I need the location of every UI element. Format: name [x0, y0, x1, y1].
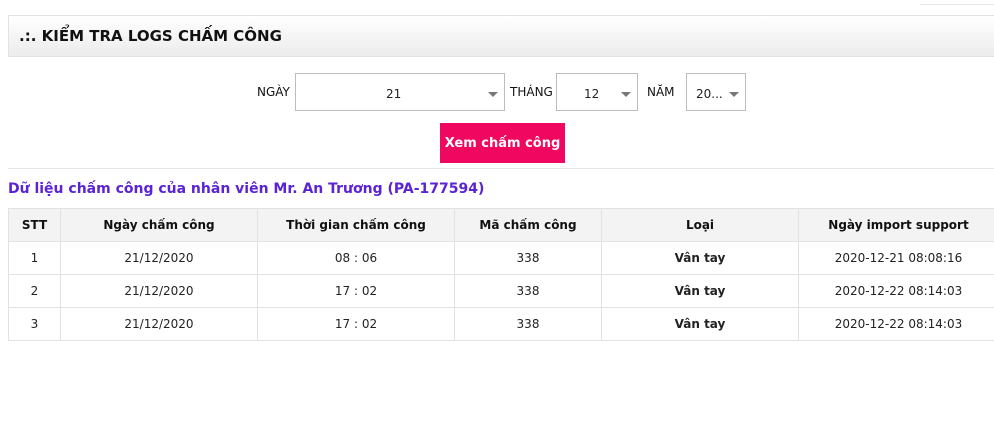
year-select[interactable]: 20...	[686, 73, 746, 111]
year-select-value: 20...	[696, 87, 723, 101]
cell-stt: 1	[8, 241, 61, 275]
panel-header: .:. KIỂM TRA LOGS CHẤM CÔNG	[8, 15, 994, 57]
view-attendance-button[interactable]: Xem chấm công	[440, 123, 565, 163]
column-header-type: Loại	[601, 208, 799, 242]
page-title: .:. KIỂM TRA LOGS CHẤM CÔNG	[19, 27, 282, 45]
divider	[8, 168, 994, 169]
day-label: NGÀY	[257, 85, 290, 99]
cell-date: 21/12/2020	[60, 307, 258, 341]
chevron-down-icon	[729, 92, 739, 97]
top-divider	[920, 4, 994, 5]
cell-stt: 3	[8, 307, 61, 341]
cell-type: Vân tay	[601, 274, 799, 308]
cell-stt: 2	[8, 274, 61, 308]
table-header-row: STT Ngày chấm công Thời gian chấm công M…	[8, 208, 994, 242]
column-header-time: Thời gian chấm công	[257, 208, 455, 242]
cell-date: 21/12/2020	[60, 274, 258, 308]
cell-import-date: 2020-12-21 08:08:16	[798, 241, 994, 275]
cell-time: 17 : 02	[257, 307, 455, 341]
cell-time: 08 : 06	[257, 241, 455, 275]
column-header-date: Ngày chấm công	[60, 208, 258, 242]
day-select[interactable]: 21	[295, 73, 505, 111]
cell-type: Vân tay	[601, 241, 799, 275]
month-select[interactable]: 12	[556, 73, 638, 111]
cell-import-date: 2020-12-22 08:14:03	[798, 307, 994, 341]
cell-code: 338	[454, 307, 602, 341]
table-row: 3 21/12/2020 17 : 02 338 Vân tay 2020-12…	[8, 307, 994, 341]
cell-code: 338	[454, 241, 602, 275]
month-select-value: 12	[584, 87, 600, 101]
year-label: NĂM	[647, 85, 675, 99]
month-label: THÁNG	[510, 85, 553, 99]
cell-code: 338	[454, 274, 602, 308]
day-select-value: 21	[386, 87, 402, 101]
cell-import-date: 2020-12-22 08:14:03	[798, 274, 994, 308]
chevron-down-icon	[621, 92, 631, 97]
cell-date: 21/12/2020	[60, 241, 258, 275]
table-row: 1 21/12/2020 08 : 06 338 Vân tay 2020-12…	[8, 241, 994, 275]
column-header-import-date: Ngày import support	[798, 208, 994, 242]
attendance-table: STT Ngày chấm công Thời gian chấm công M…	[8, 208, 994, 341]
chevron-down-icon	[488, 92, 498, 97]
cell-type: Vân tay	[601, 307, 799, 341]
table-row: 2 21/12/2020 17 : 02 338 Vân tay 2020-12…	[8, 274, 994, 308]
column-header-stt: STT	[8, 208, 61, 242]
employee-title: Dữ liệu chấm công của nhân viên Mr. An T…	[8, 181, 485, 197]
cell-time: 17 : 02	[257, 274, 455, 308]
column-header-code: Mã chấm công	[454, 208, 602, 242]
